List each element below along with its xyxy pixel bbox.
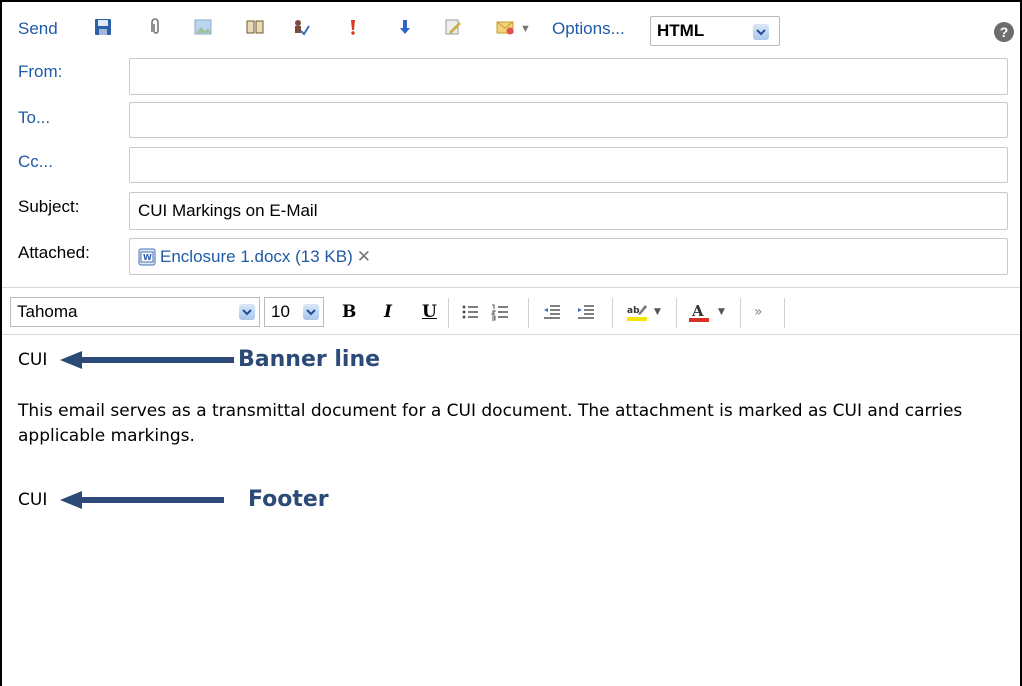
word-document-icon: W	[138, 248, 156, 266]
svg-text:ab: ab	[627, 306, 640, 316]
underline-button[interactable]: U	[422, 300, 437, 324]
attached-row: Attached: W Enclosure 1.docx (13 KB) ✕	[2, 238, 1020, 278]
to-button[interactable]: To...	[18, 108, 50, 128]
compose-toolbar: Send ▼ Options... HTML ?	[2, 2, 1020, 56]
cc-field[interactable]	[129, 147, 1008, 183]
message-format-value: HTML	[657, 21, 705, 40]
chevron-down-icon[interactable]: ▼	[654, 300, 661, 324]
remove-attachment-icon[interactable]: ✕	[357, 247, 371, 267]
attached-label: Attached:	[18, 243, 90, 262]
svg-text:W: W	[143, 253, 152, 262]
to-field[interactable]	[129, 102, 1008, 138]
banner-line-annotation: Banner line	[238, 347, 381, 372]
increase-indent-icon[interactable]	[576, 300, 596, 324]
font-size-select[interactable]: 10	[264, 297, 324, 327]
banner-arrow	[60, 351, 234, 369]
low-importance-icon[interactable]	[394, 16, 416, 38]
to-row: To...	[2, 102, 1020, 142]
message-format-select[interactable]: HTML	[650, 16, 780, 46]
bold-button[interactable]: B	[342, 300, 356, 324]
toolbar-divider	[448, 298, 449, 328]
font-family-select[interactable]: Tahoma	[10, 297, 260, 327]
cc-button[interactable]: Cc...	[18, 152, 53, 172]
numbered-list-icon[interactable]	[490, 300, 510, 324]
attachment-item[interactable]: W Enclosure 1.docx (13 KB)	[138, 247, 353, 267]
formatting-toolbar: Tahoma 10 B I U ab ▼ A ▼ »	[2, 287, 1020, 335]
more-options-icon[interactable]: »	[754, 300, 763, 324]
chevron-down-icon[interactable]: ▼	[718, 300, 725, 324]
footer-arrow	[60, 491, 224, 509]
subject-field[interactable]: CUI Markings on E-Mail	[129, 192, 1008, 230]
toolbar-divider	[740, 298, 741, 328]
email-compose-window: Send ▼ Options... HTML ? From: To... Cc.…	[0, 0, 1022, 686]
signature-icon[interactable]	[442, 16, 464, 38]
footer-text: CUI	[18, 490, 48, 510]
from-field[interactable]	[129, 58, 1008, 95]
options-button[interactable]: Options...	[552, 16, 625, 42]
save-icon[interactable]	[92, 16, 114, 38]
chevron-down-icon	[753, 24, 769, 40]
high-importance-icon[interactable]	[342, 16, 364, 38]
chevron-down-icon	[303, 304, 319, 320]
toolbar-divider	[612, 298, 613, 328]
address-book-icon[interactable]	[244, 16, 266, 38]
cc-row: Cc...	[2, 147, 1020, 187]
font-family-value: Tahoma	[17, 302, 78, 321]
help-icon[interactable]: ?	[994, 22, 1014, 42]
from-label[interactable]: From:	[18, 62, 62, 82]
footer-annotation: Footer	[248, 487, 329, 512]
subject-row: Subject: CUI Markings on E-Mail	[2, 192, 1020, 232]
bulleted-list-icon[interactable]	[460, 300, 480, 324]
subject-label: Subject:	[18, 197, 80, 216]
send-button[interactable]: Send	[18, 16, 58, 42]
check-names-icon[interactable]	[290, 16, 312, 38]
decrease-indent-icon[interactable]	[542, 300, 562, 324]
chevron-down-icon	[239, 304, 255, 320]
from-row: From:	[2, 58, 1020, 98]
toolbar-divider	[784, 298, 785, 328]
font-color-icon[interactable]: A	[688, 300, 710, 324]
attachment-link[interactable]: Enclosure 1.docx (13 KB)	[160, 247, 353, 267]
svg-text:A: A	[691, 302, 704, 320]
image-icon[interactable]	[192, 16, 214, 38]
chevron-down-icon[interactable]: ▼	[520, 16, 531, 42]
follow-up-flag-icon[interactable]	[494, 16, 516, 38]
italic-button[interactable]: I	[384, 300, 392, 324]
message-paragraph: This email serves as a transmittal docum…	[18, 401, 963, 446]
paperclip-icon[interactable]	[144, 16, 166, 38]
banner-line-text: CUI	[18, 350, 48, 370]
font-size-value: 10	[271, 302, 290, 321]
toolbar-divider	[676, 298, 677, 328]
toolbar-divider	[528, 298, 529, 328]
attachments-field: W Enclosure 1.docx (13 KB) ✕	[129, 238, 1008, 275]
highlight-color-icon[interactable]: ab	[626, 300, 648, 324]
